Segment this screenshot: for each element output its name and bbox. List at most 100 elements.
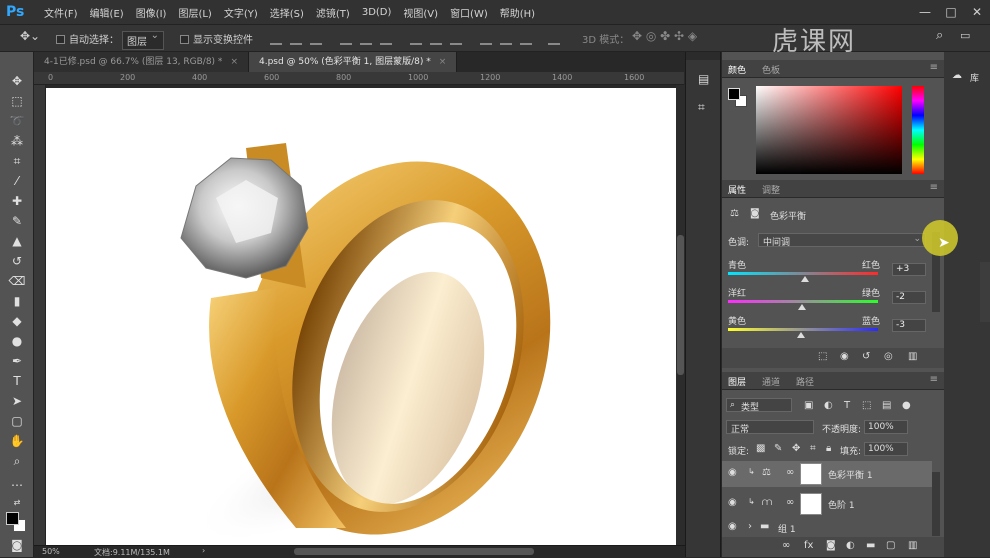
filter-pixel-icon[interactable]: ▣ [804, 400, 813, 411]
dodge-tool-icon[interactable]: ● [7, 332, 27, 350]
canvas-area[interactable] [46, 85, 676, 545]
magenta-green-slider-thumb[interactable] [797, 304, 806, 310]
healing-tool-icon[interactable]: ✚ [7, 192, 27, 210]
move-tool-icon[interactable]: ✥ [7, 72, 27, 90]
cyan-red-slider-thumb[interactable] [801, 276, 810, 282]
hand-tool-icon[interactable]: ✋ [7, 432, 27, 450]
filter-smart-icon[interactable]: ▤ [882, 400, 891, 411]
layer-name[interactable]: 组 1 [778, 522, 796, 535]
layer-mask-thumbnail[interactable] [800, 463, 822, 485]
filter-toggle-icon[interactable]: ● [902, 400, 911, 411]
align-bottom-icon[interactable] [310, 33, 322, 45]
path-select-tool-icon[interactable]: ➤ [7, 392, 27, 410]
auto-select-dropdown[interactable]: 图层 [122, 30, 164, 50]
align-right-icon[interactable] [380, 33, 392, 45]
eye-icon[interactable]: ◉ [728, 497, 737, 508]
vertical-scrollbar[interactable] [676, 85, 685, 545]
view-previous-icon[interactable]: ◉ [840, 351, 849, 362]
menu-filter[interactable]: 滤镜(T) [316, 5, 350, 20]
search-icon[interactable]: ⌕ [936, 28, 943, 43]
3d-tools-icons[interactable]: ✥ ◎ ✤ ✣ ◈ [632, 29, 697, 43]
distribute-bottom-icon[interactable] [450, 33, 462, 45]
fill-input[interactable]: 100% [864, 442, 908, 456]
tab-color[interactable]: 颜色 [728, 63, 746, 76]
trash-icon[interactable]: ▥ [908, 540, 917, 551]
zoom-level[interactable]: 50% [42, 547, 60, 556]
menu-edit[interactable]: 编辑(E) [90, 5, 124, 20]
history-icon[interactable]: ▤ [698, 72, 709, 86]
layer-row[interactable]: ◉ › ▬ 组 1 [722, 519, 932, 537]
tab-layers[interactable]: 图层 [728, 375, 746, 388]
new-layer-icon[interactable]: ▢ [886, 540, 895, 551]
add-mask-icon[interactable]: ◙ [826, 540, 836, 551]
lasso-tool-icon[interactable]: ➰ [7, 112, 27, 130]
lock-artboard-icon[interactable]: ⌗ [810, 443, 816, 454]
tab-properties[interactable]: 属性 [728, 183, 746, 196]
close-button[interactable]: ✕ [964, 5, 990, 19]
lock-move-icon[interactable]: ✥ [792, 443, 800, 454]
eye-icon[interactable]: ◉ [728, 521, 737, 532]
foreground-swatch[interactable] [728, 88, 740, 100]
layer-mask-icon[interactable]: ◙ [750, 208, 760, 219]
zoom-tool-icon[interactable]: ⌕ [7, 452, 27, 470]
menu-3d[interactable]: 3D(D) [362, 7, 392, 18]
blend-mode-dropdown[interactable]: 正常 [726, 420, 814, 435]
blur-tool-icon[interactable]: ◆ [7, 312, 27, 330]
new-group-icon[interactable]: ▬ [866, 540, 875, 551]
fx-icon[interactable]: fx [804, 540, 813, 551]
creative-cloud-icon[interactable]: ☁ [952, 70, 962, 81]
quick-select-tool-icon[interactable]: ⁂ [7, 132, 27, 150]
eraser-tool-icon[interactable]: ⌫ [7, 272, 27, 290]
menu-image[interactable]: 图像(I) [136, 5, 167, 20]
stamp-tool-icon[interactable]: ▲ [7, 232, 27, 250]
menu-file[interactable]: 文件(F) [44, 5, 78, 20]
lock-paint-icon[interactable]: ✎ [774, 443, 782, 454]
layer-mask-thumbnail[interactable] [800, 493, 822, 515]
panel-menu-icon[interactable]: ≡ [930, 182, 938, 193]
color-field[interactable] [756, 86, 902, 174]
lock-pixels-icon[interactable]: ▩ [756, 443, 765, 454]
link-icon[interactable]: ∞ [786, 497, 794, 508]
crop-tool-icon[interactable]: ⌗ [7, 152, 27, 170]
close-icon[interactable]: × [230, 57, 238, 67]
show-transform-checkbox[interactable]: 显示变换控件 [180, 31, 253, 46]
move-tool-preset-icon[interactable]: ✥⌄ [20, 29, 40, 43]
lock-all-icon[interactable]: 🔒︎ [826, 443, 831, 454]
eye-icon[interactable]: ◉ [728, 467, 737, 478]
brush-tool-icon[interactable]: ✎ [7, 212, 27, 230]
tab-swatches[interactable]: 色板 [762, 63, 780, 76]
close-icon[interactable]: × [439, 57, 447, 67]
auto-select-checkbox[interactable]: 自动选择： [56, 31, 119, 46]
filter-adjustment-icon[interactable]: ◐ [824, 400, 833, 411]
swap-colors-icon[interactable]: ⇄ [7, 494, 27, 512]
link-layers-icon[interactable]: ∞ [782, 540, 790, 551]
marquee-tool-icon[interactable]: ⬚ [7, 92, 27, 110]
type-tool-icon[interactable]: T [7, 372, 27, 390]
menu-help[interactable]: 帮助(H) [500, 5, 535, 20]
layer-name[interactable]: 色阶 1 [828, 498, 855, 511]
align-left-icon[interactable] [340, 33, 352, 45]
document-canvas[interactable] [46, 88, 676, 545]
menu-type[interactable]: 文字(Y) [224, 5, 258, 20]
more-tools-icon[interactable]: ⋯ [7, 476, 27, 494]
libraries-label[interactable]: 库 [970, 71, 979, 84]
filter-type-icon[interactable]: T [844, 400, 850, 411]
chevron-right-icon[interactable]: › [748, 521, 752, 532]
tone-dropdown[interactable]: 中间调 ⌄ [758, 233, 926, 248]
tab-adjustments[interactable]: 调整 [762, 183, 780, 196]
yellow-blue-slider-thumb[interactable] [796, 332, 805, 338]
layer-name[interactable]: 色彩平衡 1 [828, 468, 873, 481]
magenta-green-value[interactable]: -2 [892, 291, 926, 304]
tab-document-1[interactable]: 4-1已修.psd @ 66.7% (图层 13, RGB/8) * × [34, 52, 249, 72]
new-adjustment-icon[interactable]: ◐ [846, 540, 855, 551]
menu-select[interactable]: 选择(S) [270, 5, 304, 20]
tab-paths[interactable]: 路径 [796, 375, 814, 388]
layer-row[interactable]: ◉ ↳ ⚖ ∞ 色彩平衡 1 [722, 461, 932, 487]
visibility-icon[interactable]: ◎ [884, 351, 893, 362]
gradient-tool-icon[interactable]: ▮ [7, 292, 27, 310]
menu-layer[interactable]: 图层(L) [178, 5, 211, 20]
cyan-red-value[interactable]: +3 [892, 263, 926, 276]
align-hcenter-icon[interactable] [360, 33, 372, 45]
panel-menu-icon[interactable]: ≡ [930, 374, 938, 385]
layers-scrollbar[interactable] [932, 472, 940, 536]
